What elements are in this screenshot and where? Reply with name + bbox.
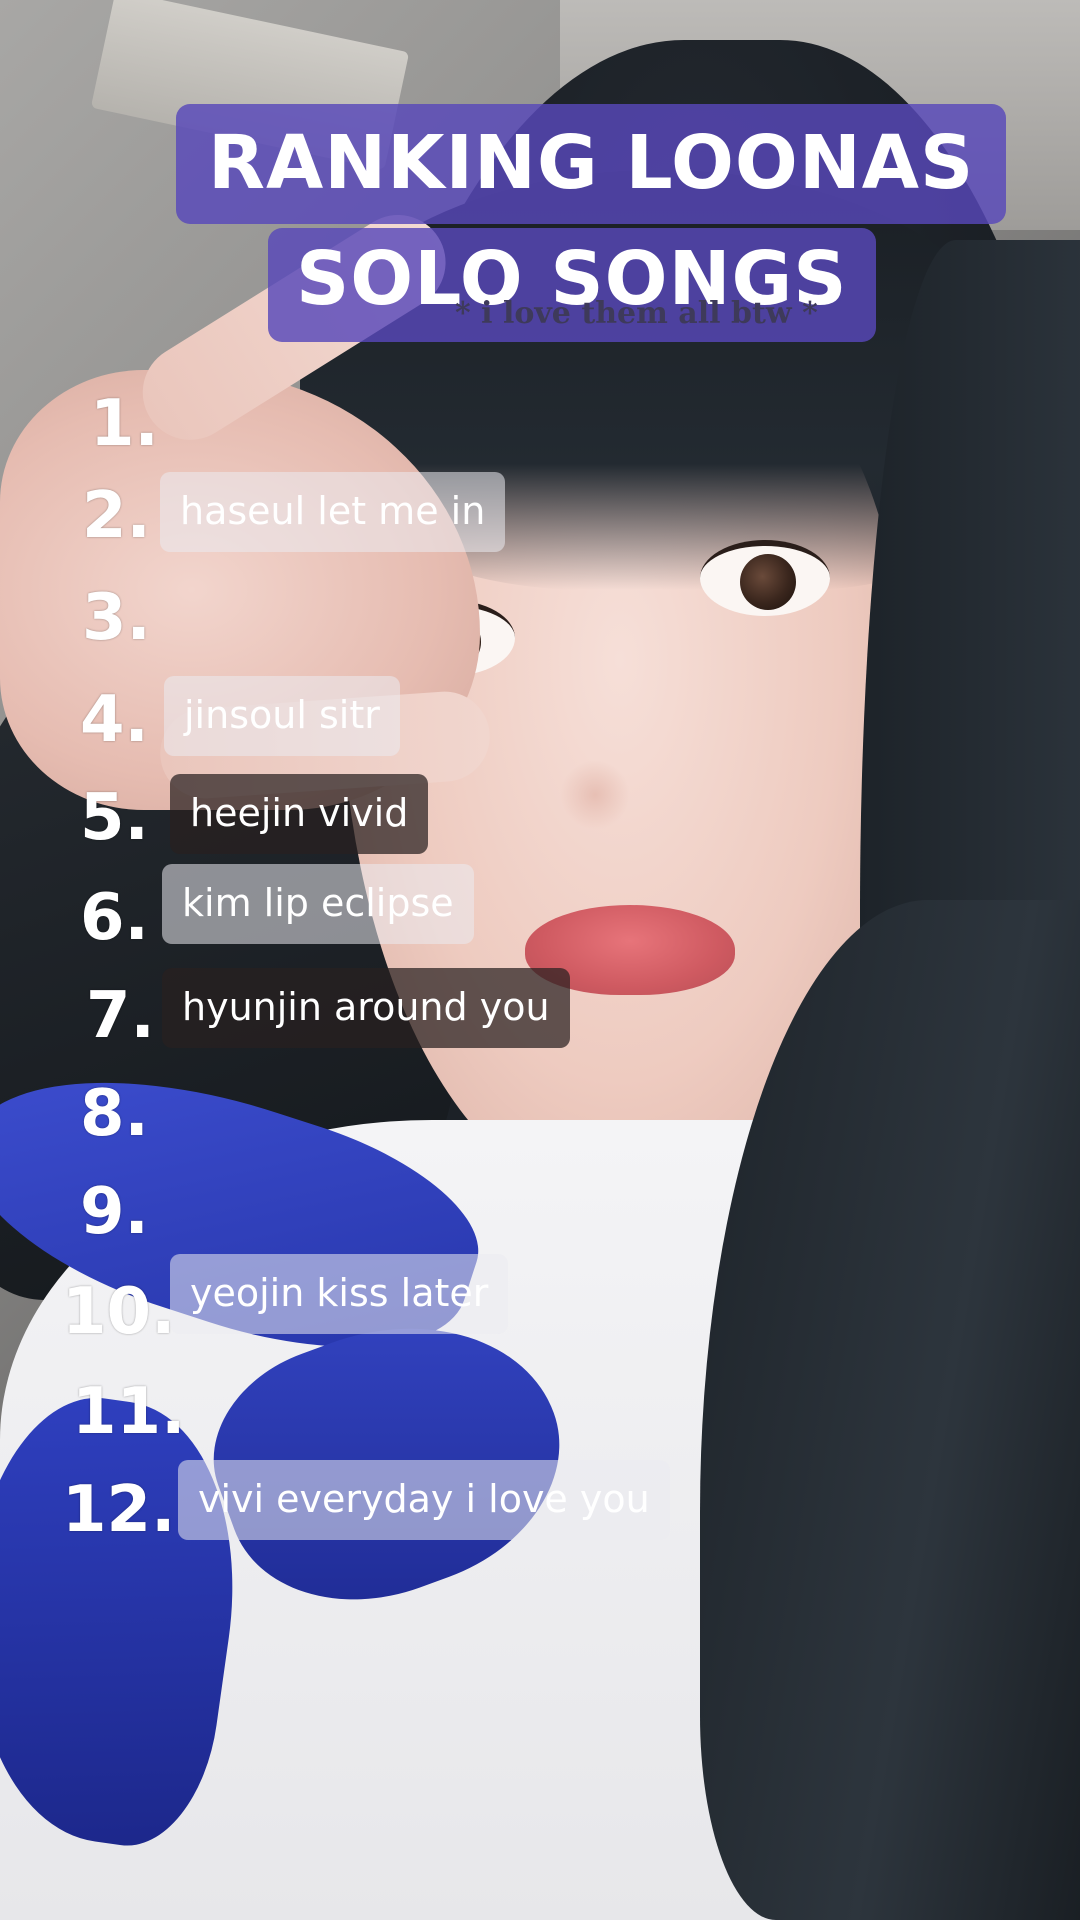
- song-label-rank-7: hyunjin around you: [162, 968, 570, 1048]
- rank-number-9: 9.: [80, 1175, 149, 1249]
- rank-number-2: 2.: [82, 479, 151, 553]
- rank-number-11: 11.: [72, 1375, 186, 1449]
- rank-number-3: 3.: [82, 581, 151, 655]
- song-label-rank-6: kim lip eclipse: [162, 864, 474, 944]
- rank-number-6: 6.: [80, 881, 149, 955]
- song-label-rank-2: haseul let me in: [160, 472, 506, 552]
- song-label-rank-4: jinsoul sitr: [164, 676, 400, 756]
- rank-number-5: 5.: [80, 781, 149, 855]
- song-label-rank-10: yeojin kiss later: [170, 1254, 509, 1334]
- right-eye: [700, 540, 830, 616]
- song-label-rank-12: vivi everyday i love you: [178, 1460, 670, 1540]
- subtitle: * i love them all btw *: [455, 296, 818, 331]
- song-label-rank-5: heejin vivid: [170, 774, 429, 854]
- rank-number-12: 12.: [62, 1473, 176, 1547]
- title-line-1: RANKING LOONAS: [176, 104, 1007, 224]
- rank-number-4: 4.: [80, 683, 149, 757]
- rank-number-10: 10.: [62, 1275, 176, 1349]
- rank-number-8: 8.: [80, 1077, 149, 1151]
- rank-number-1: 1.: [90, 387, 159, 461]
- rank-number-7: 7.: [86, 979, 155, 1053]
- nose: [560, 760, 630, 830]
- video-frame: RANKING LOONAS SOLO SONGS * i love them …: [0, 0, 1080, 1920]
